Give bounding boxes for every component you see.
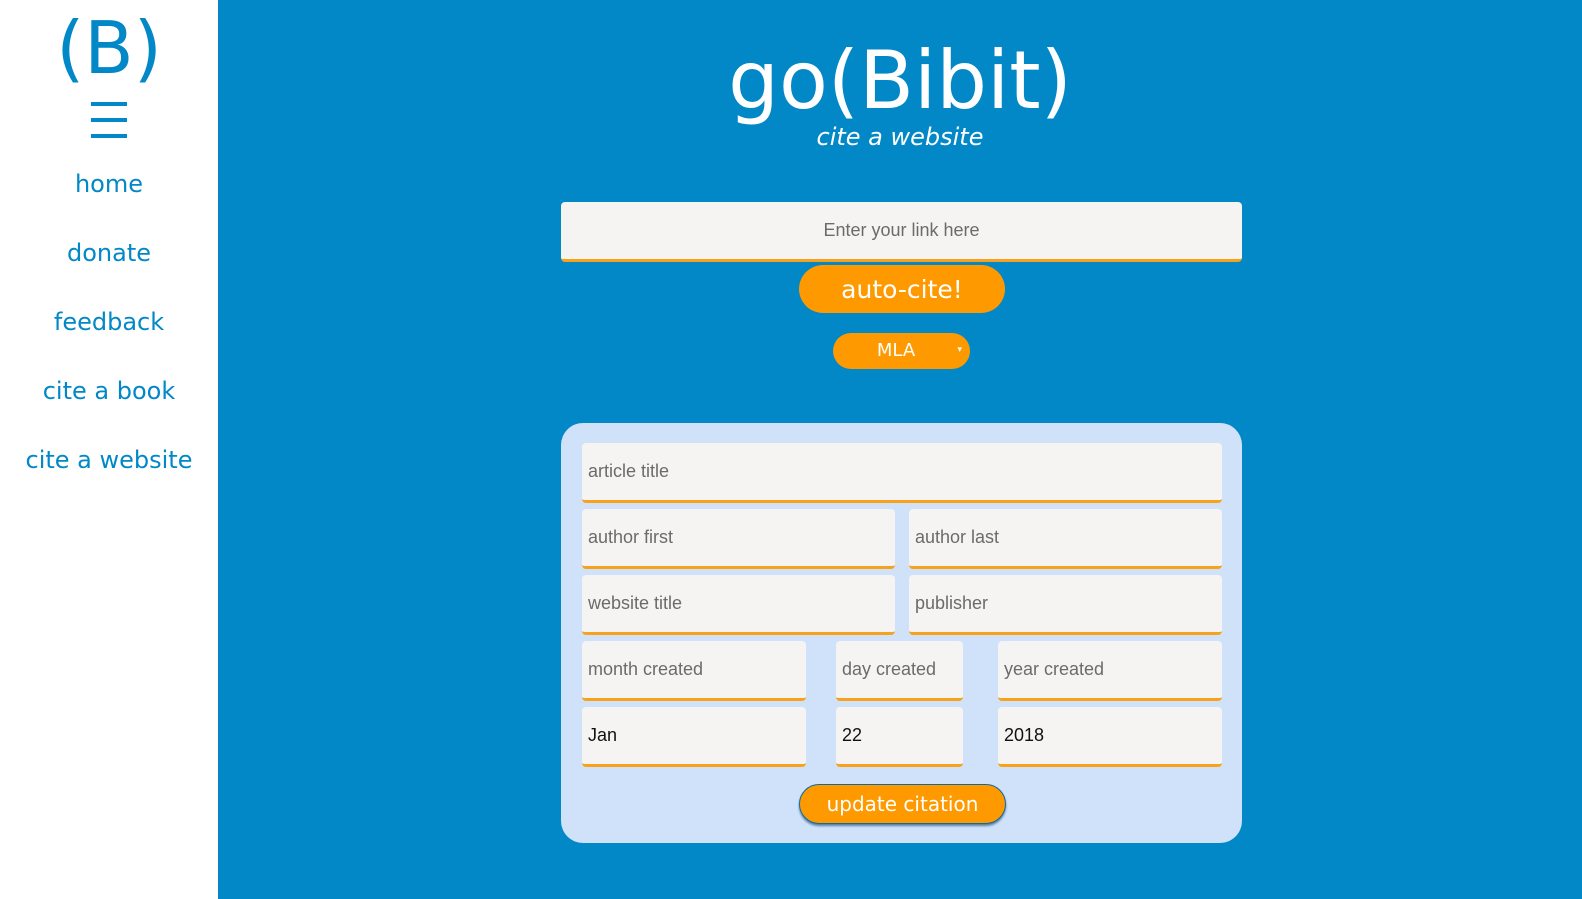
day-created-field[interactable] [836, 641, 963, 701]
citation-style-select[interactable]: MLA ▾ [833, 333, 970, 369]
logo[interactable]: (B) [0, 6, 218, 90]
author-first-field[interactable] [582, 509, 895, 569]
website-title-field[interactable] [582, 575, 895, 635]
month-accessed-field[interactable] [582, 707, 806, 767]
auto-cite-button[interactable]: auto-cite! [799, 265, 1005, 313]
page-title: go(Bibit) [728, 34, 1072, 127]
dropdown-caret-icon: ▾ [957, 345, 962, 355]
year-created-field[interactable] [998, 641, 1222, 701]
nav-item-home[interactable]: home [0, 169, 218, 199]
author-last-field[interactable] [909, 509, 1222, 569]
link-input[interactable] [561, 202, 1242, 262]
page-subtitle: cite a website [816, 123, 984, 151]
year-accessed-field[interactable] [998, 707, 1222, 767]
article-title-field[interactable] [582, 443, 1222, 503]
nav-item-donate[interactable]: donate [0, 238, 218, 268]
month-created-field[interactable] [582, 641, 806, 701]
nav-item-feedback[interactable]: feedback [0, 307, 218, 337]
citation-style-value: MLA [876, 340, 916, 361]
update-citation-button[interactable]: update citation [799, 784, 1006, 824]
nav-item-cite-a-book[interactable]: cite a book [0, 376, 218, 406]
publisher-field[interactable] [909, 575, 1222, 635]
hamburger-menu-icon[interactable] [91, 102, 127, 138]
sidebar: (B) home donate feedback cite a book cit… [0, 0, 218, 899]
nav-item-cite-a-website[interactable]: cite a website [0, 445, 218, 475]
day-accessed-field[interactable] [836, 707, 963, 767]
